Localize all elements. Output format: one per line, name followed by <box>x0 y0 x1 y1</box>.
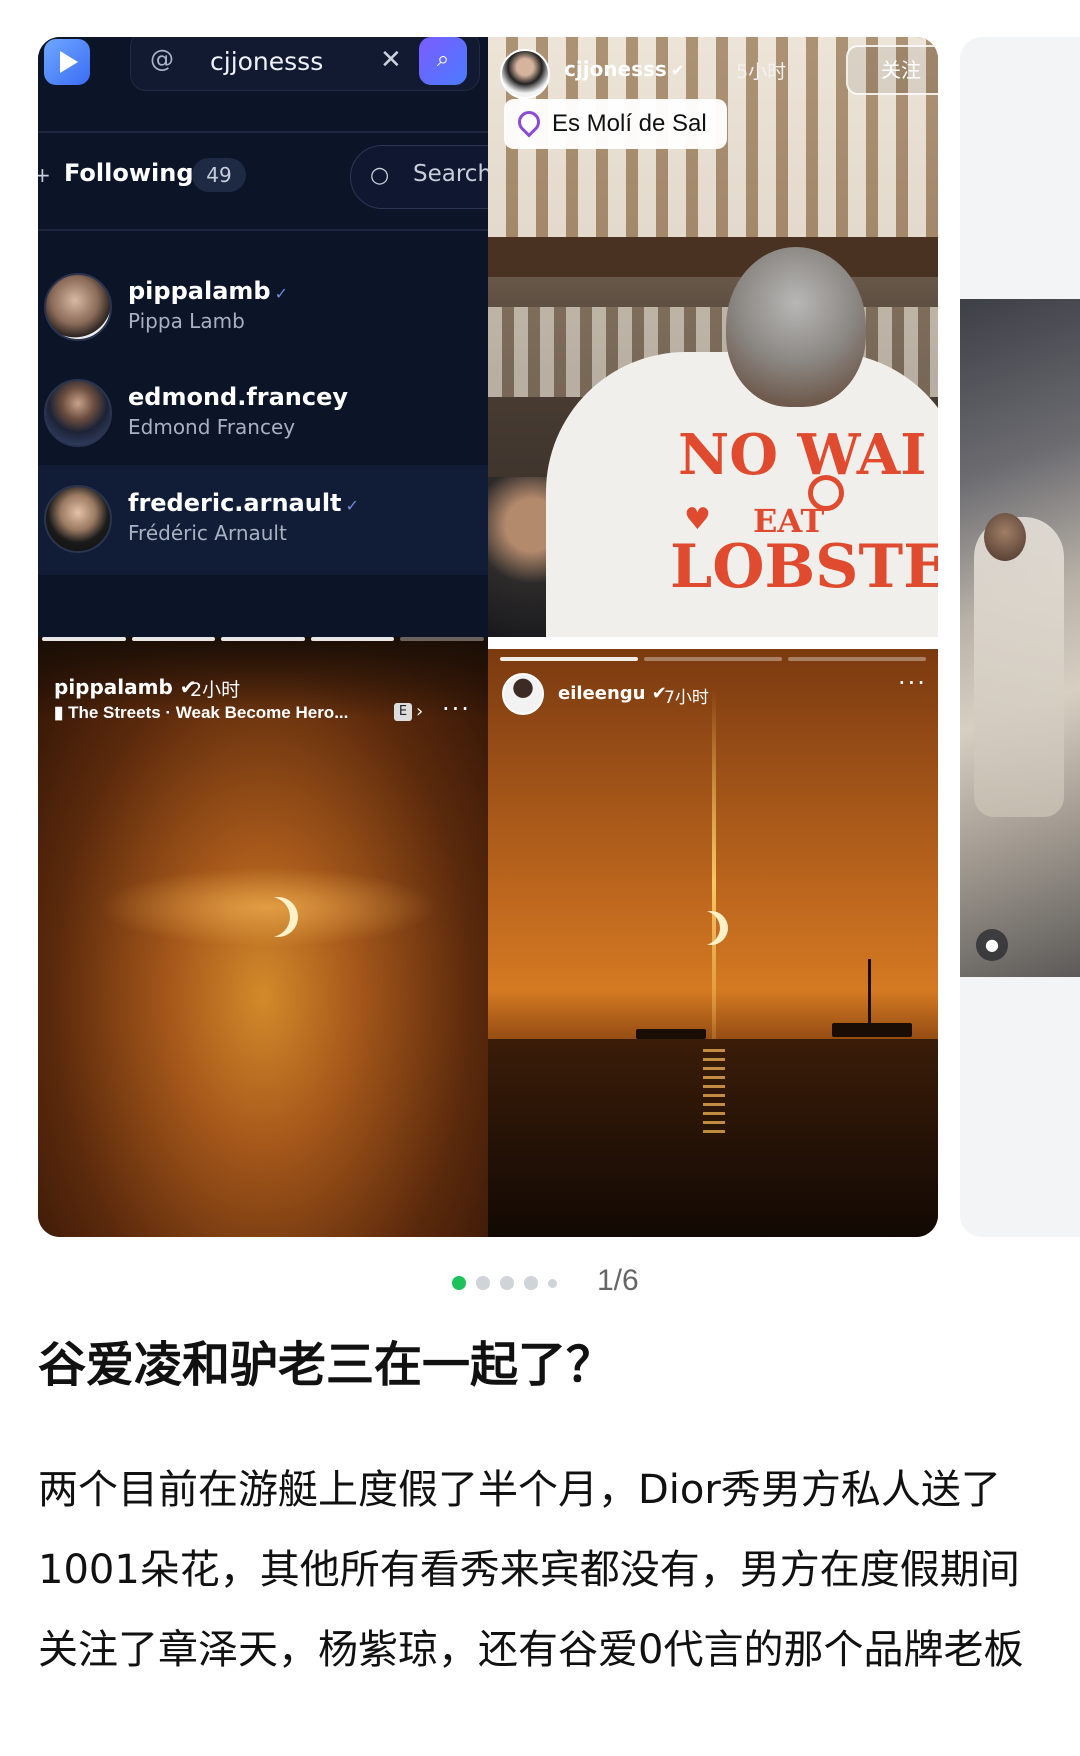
user-display-name: Edmond Francey <box>128 415 296 439</box>
verified-icon: ✓ <box>345 496 359 515</box>
user-row-frederic-arnault: frederic.arnault ✓ Frédéric Arnault <box>38 465 488 575</box>
carousel-dot[interactable] <box>452 1276 466 1290</box>
divider <box>38 131 488 133</box>
carousel-dot[interactable] <box>476 1276 490 1290</box>
avatar <box>44 485 112 553</box>
restaurant-photo: NO WAI ♥ EAT LOBSTE cjjonesss ✔ 5小时 关注 Es… <box>488 37 938 637</box>
person-head <box>984 513 1026 561</box>
person-figure <box>974 517 1064 817</box>
verified-icon: ✓ <box>274 284 288 303</box>
following-count-badge: 49 <box>192 158 246 192</box>
avatar <box>500 49 550 99</box>
avatar <box>502 673 544 715</box>
avatar <box>44 379 112 447</box>
light-pillar <box>712 689 716 1079</box>
carousel-dots[interactable] <box>452 1276 557 1290</box>
story-time: 2小时 <box>190 679 241 701</box>
story-progress <box>500 657 926 661</box>
following-search-placeholder: Search <box>413 161 493 187</box>
avatar <box>44 273 112 341</box>
user-handle: pippalamb ✓ <box>128 277 288 305</box>
wooden-beam <box>488 237 938 277</box>
following-list-screenshot: @ cjjonesss ✕ ⌕ + Following 49 ○ Search … <box>38 37 520 637</box>
page-counter: 1/6 <box>597 1264 639 1297</box>
explicit-icon: E <box>394 703 412 721</box>
verified-icon: ✔ <box>670 61 685 80</box>
post-username: cjjonesss ✔ <box>564 57 685 81</box>
post-title: 谷爱凌和驴老三在一起了？ <box>38 1337 615 1393</box>
user-display-name: Frédéric Arnault <box>128 521 287 545</box>
following-label: Following <box>64 159 194 187</box>
sailboat <box>832 1023 912 1037</box>
post-time: 5小时 <box>736 61 787 83</box>
story-progress <box>38 637 488 641</box>
search-icon: ⌕ <box>419 37 467 85</box>
user-row-pippalamb: pippalamb ✓ Pippa Lamb <box>38 253 488 363</box>
top-search-value: cjjonesss <box>210 47 324 76</box>
search-icon: ○ <box>370 163 390 188</box>
story-username: pippalamb ✔ <box>54 675 197 699</box>
divider <box>38 229 488 231</box>
more-icon: ··· <box>442 695 471 723</box>
crescent-moon <box>694 911 728 945</box>
sea-reflection <box>703 1049 725 1139</box>
crescent-moon <box>258 897 298 937</box>
boat <box>636 1029 706 1039</box>
user-row-edmond-francey: edmond.francey Edmond Francey <box>38 359 488 469</box>
story-username: eileengu ✔ <box>558 683 667 704</box>
person-head <box>726 247 866 407</box>
clear-icon: ✕ <box>380 45 402 75</box>
at-icon: @ <box>150 45 174 73</box>
next-slide-photo: ● <box>960 299 1080 977</box>
location-tag: Es Molí de Sal <box>504 99 727 149</box>
post-body: 两个目前在游艇上度假了半个月，Dior秀男方私人送了1001朵花，其他所有看秀来… <box>38 1467 1024 1673</box>
location-label: Es Molí de Sal <box>552 110 707 137</box>
location-pin-icon <box>513 106 545 138</box>
story-eileengu: eileengu ✔ 7小时 ··· <box>488 649 938 1237</box>
carousel-dot[interactable] <box>500 1276 514 1290</box>
user-handle: edmond.francey <box>128 383 349 411</box>
user-handle: frederic.arnault ✓ <box>128 489 359 517</box>
more-icon: ··· <box>898 669 927 697</box>
next-slide-peek[interactable]: ● <box>960 37 1080 1237</box>
plus-icon: + <box>38 163 51 187</box>
divider <box>488 637 938 649</box>
user-display-name: Pippa Lamb <box>128 309 245 333</box>
shirt-text: LOBSTE <box>670 532 938 602</box>
user-icon: ● <box>976 929 1008 961</box>
carousel-dot[interactable] <box>524 1276 538 1290</box>
image-carousel[interactable]: @ cjjonesss ✕ ⌕ + Following 49 ○ Search … <box>38 37 938 1237</box>
story-time: 7小时 <box>664 688 709 708</box>
sailboat-mast <box>868 959 871 1025</box>
chevron-right-icon: › <box>416 701 424 722</box>
follow-button: 关注 <box>846 45 938 95</box>
story-music: ▮ The Streets · Weak Become Hero... <box>54 703 349 722</box>
story-pippalamb: pippalamb ✔ 2小时 ▮ The Streets · Weak Bec… <box>38 637 488 1237</box>
shirt-text: NO WAI <box>678 422 927 488</box>
carousel-dot[interactable] <box>548 1278 557 1288</box>
app-logo-icon <box>44 39 90 85</box>
